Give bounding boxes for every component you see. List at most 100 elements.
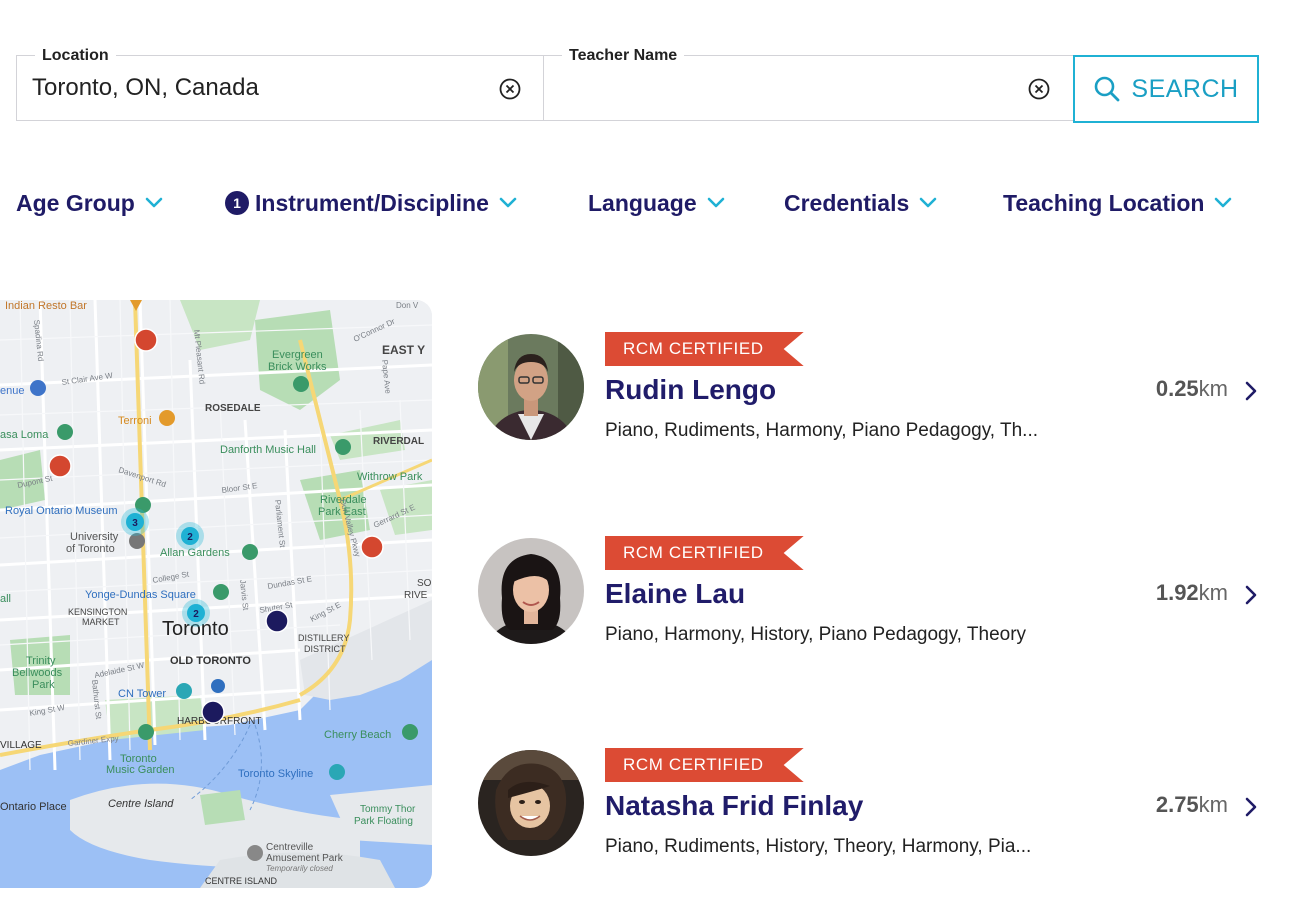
filter-count-badge: 1 (225, 191, 249, 215)
map-place-label: Trinity (26, 655, 56, 667)
location-input[interactable] (32, 74, 462, 102)
teacher-distance: 0.25km (1156, 376, 1228, 402)
teacher-avatar (478, 538, 584, 644)
map-place-label: Bellwoods (12, 667, 63, 679)
distance-unit: km (1198, 580, 1228, 605)
map-place-label: DISTILLERY (298, 633, 349, 643)
map-place-label: Amusement Park (266, 853, 344, 864)
map-place-label: VILLAGE (0, 740, 42, 751)
filter-language[interactable]: Language (588, 186, 725, 220)
cluster-count: 2 (187, 532, 193, 543)
map-place-label: RIVE (404, 590, 428, 601)
rcm-certified-badge: RCM CERTIFIED (605, 536, 804, 570)
map-place-label: asa Loma (0, 429, 49, 441)
distance-unit: km (1198, 376, 1228, 401)
map-place-label: ROSEDALE (205, 403, 261, 414)
map-cluster-marker[interactable]: 2 (182, 599, 210, 627)
chevron-down-icon (1215, 197, 1232, 208)
chevron-right-icon[interactable] (1240, 796, 1262, 818)
filter-bar: Age Group 1 Instrument/Discipline Langua… (0, 186, 1296, 220)
location-label: Location (35, 46, 116, 66)
chevron-down-icon (919, 197, 937, 208)
filter-instrument[interactable]: 1 Instrument/Discipline (225, 186, 517, 220)
map-place-label: of Toronto (66, 543, 115, 555)
map-place-label: University (70, 531, 119, 543)
map-cluster-marker[interactable]: 2 (176, 522, 204, 550)
map-cluster-marker[interactable]: 3 (121, 508, 149, 536)
teacher-name-input[interactable] (559, 74, 989, 102)
teacher-name-label: Teacher Name (562, 46, 685, 66)
map-place-label: EAST Y (382, 343, 425, 357)
search-button-label: SEARCH (1131, 74, 1239, 103)
map-place-label: Toronto Skyline (238, 768, 313, 780)
distance-value: 1.92 (1155, 580, 1199, 605)
filter-label: Age Group (16, 189, 135, 216)
teacher-result-item[interactable]: RCM CERTIFIED Elaine Lau Piano, Harmony,… (478, 538, 1268, 648)
filter-label: Language (588, 189, 697, 216)
teacher-disciplines: Piano, Harmony, History, Piano Pedagogy,… (605, 624, 1027, 645)
map-place-label: Tommy Thor (360, 804, 416, 815)
map-canvas[interactable]: St Clair Ave W Davenport Rd Dupont St Bl… (0, 300, 432, 888)
map-place-label: Terroni (118, 415, 152, 427)
cluster-count: 2 (193, 609, 199, 620)
distance-unit: km (1198, 792, 1228, 817)
map-place-label: Danforth Music Hall (220, 444, 316, 456)
teacher-name[interactable]: Rudin Lengo (605, 374, 776, 406)
chevron-down-icon (707, 197, 724, 208)
chevron-down-icon (499, 197, 517, 208)
clear-location-icon[interactable] (499, 78, 521, 100)
search-bar: Location Teacher Name SEARCH (16, 46, 1259, 123)
map-place-label: KENSINGTON (68, 607, 127, 617)
distance-value: 0.25 (1155, 376, 1199, 401)
map-place-label: Riverdale (320, 494, 366, 506)
map-marker[interactable] (134, 328, 158, 352)
teacher-avatar (478, 334, 584, 440)
map-place-label: MARKET (82, 617, 120, 627)
map-place-label: CN Tower (118, 688, 166, 700)
filter-label: Teaching Location (1003, 189, 1205, 216)
teacher-name[interactable]: Elaine Lau (605, 578, 745, 610)
cluster-count: 3 (132, 518, 138, 529)
filter-label: Credentials (784, 189, 910, 216)
map-place-label: Royal Ontario Museum (5, 505, 118, 517)
map-place-label: Park Floating (354, 816, 413, 827)
map-place-label: RIVERDAL (373, 436, 424, 447)
teacher-distance: 1.92km (1156, 580, 1228, 606)
teacher-name-field[interactable]: Teacher Name (543, 46, 1074, 121)
rcm-certified-badge: RCM CERTIFIED (605, 748, 804, 782)
chevron-right-icon[interactable] (1240, 380, 1262, 402)
map-place-label: Temporarily closed (266, 864, 333, 873)
filter-credentials[interactable]: Credentials (784, 186, 937, 220)
map-place-label: Brick Works (268, 361, 327, 373)
map-place-label: Yonge-Dundas Square (85, 589, 196, 601)
chevron-down-icon (145, 197, 163, 208)
teacher-distance: 2.75km (1156, 792, 1228, 818)
map-place-label: Centre Island (108, 798, 174, 810)
map-place-label: Park East (318, 506, 366, 518)
map-marker[interactable] (265, 609, 289, 633)
map-marker[interactable] (201, 700, 225, 724)
map-place-label: Ontario Place (0, 801, 67, 813)
map-place-label: Withrow Park (357, 471, 423, 483)
clear-teacher-icon[interactable] (1028, 78, 1050, 100)
search-button[interactable]: SEARCH (1073, 55, 1259, 123)
filter-teaching-location[interactable]: Teaching Location (1003, 186, 1232, 220)
chevron-right-icon[interactable] (1240, 584, 1262, 606)
teacher-name[interactable]: Natasha Frid Finlay (605, 790, 863, 822)
location-field[interactable]: Location (16, 46, 544, 121)
map-marker[interactable] (48, 454, 72, 478)
filter-label: Instrument/Discipline (255, 189, 489, 216)
teacher-disciplines: Piano, Rudiments, Harmony, Piano Pedagog… (605, 420, 1039, 441)
teacher-avatar (478, 750, 584, 856)
map-place-label: enue (0, 385, 24, 397)
teacher-result-item[interactable]: RCM CERTIFIED Natasha Frid Finlay Piano,… (478, 750, 1268, 860)
map-place-label: OLD TORONTO (170, 655, 251, 667)
teacher-result-item[interactable]: RCM CERTIFIED Rudin Lengo Piano, Rudimen… (478, 334, 1268, 444)
results-map[interactable]: St Clair Ave W Davenport Rd Dupont St Bl… (0, 300, 432, 888)
map-place-label: Cherry Beach (324, 729, 391, 741)
map-marker[interactable] (360, 535, 384, 559)
map-place-label: DISTRICT (304, 644, 346, 654)
map-place-label: CENTRE ISLAND (205, 876, 278, 886)
filter-age-group[interactable]: Age Group (16, 186, 163, 220)
teacher-disciplines: Piano, Rudiments, History, Theory, Harmo… (605, 836, 1032, 857)
